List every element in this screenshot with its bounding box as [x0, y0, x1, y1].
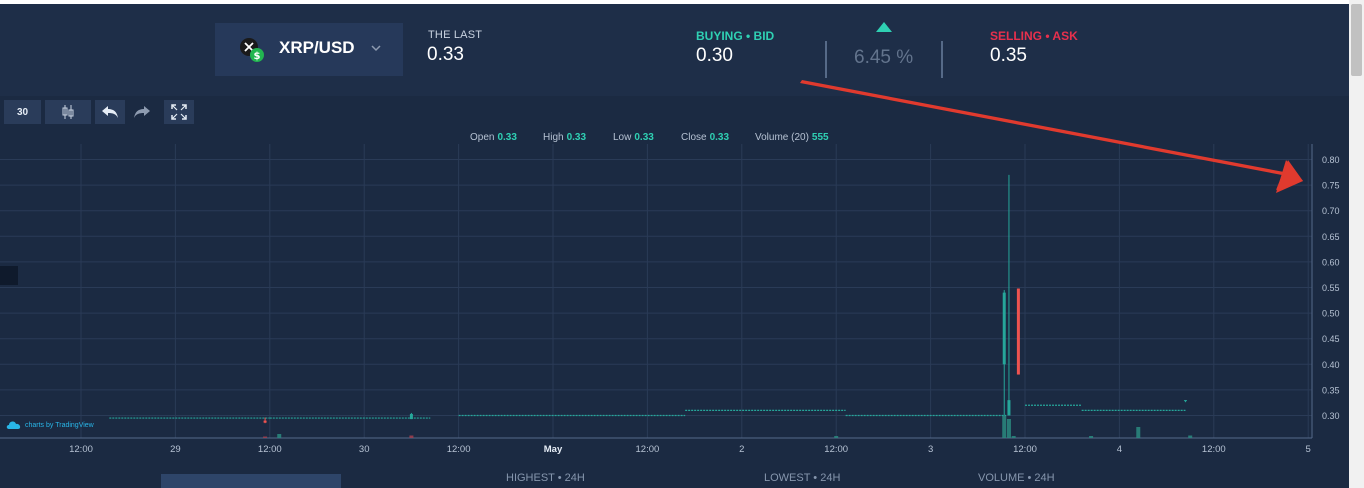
last-price-title: THE LAST	[428, 29, 483, 41]
ohlc-open-value: 0.33	[497, 132, 517, 143]
x-tick-label: May	[544, 444, 563, 455]
candle-body	[1016, 288, 1020, 375]
volume-bar	[1089, 436, 1094, 438]
ohlc-high: High 0.33	[543, 132, 586, 143]
y-tick-label: 0.35	[1322, 385, 1340, 395]
bid-title: BUYING • BID	[696, 29, 775, 43]
redo-icon	[134, 106, 150, 118]
y-tick-label: 0.45	[1322, 334, 1340, 344]
chevron-down-icon	[371, 45, 381, 52]
chart-type-button[interactable]	[45, 100, 91, 124]
undo-button[interactable]	[95, 100, 125, 124]
volume-bar	[1188, 435, 1193, 438]
candle-body	[409, 413, 413, 420]
ohlc-volume-value: 555	[811, 132, 829, 143]
ohlc-close-value: 0.33	[709, 132, 730, 143]
ohlc-high-label: High	[543, 132, 564, 143]
tradingview-label: charts by TradingView	[25, 421, 94, 429]
tradingview-cloud-icon	[6, 421, 21, 429]
volume-bar	[1011, 436, 1016, 438]
ohlc-volume: Volume (20) 555	[755, 132, 829, 143]
volume-bar	[409, 435, 414, 438]
ohlc-low-label: Low	[613, 132, 632, 143]
volume-bar	[263, 436, 268, 438]
interval-label: 30	[16, 106, 29, 118]
interval-button[interactable]: 30	[4, 100, 41, 124]
divider	[941, 41, 943, 78]
ask-value: 0.35	[990, 45, 1027, 66]
y-tick-label: 0.30	[1322, 411, 1340, 421]
undo-icon	[102, 106, 118, 118]
price-chart[interactable]: 0.80 0.75 0.70 0.65 0.60 0.55 0.50 0.45 0.40 0.35…	[0, 144, 1349, 462]
volume-bar	[1136, 427, 1141, 438]
ohlc-open: Open 0.33	[470, 132, 517, 143]
x-tick-label: 12:00	[69, 444, 93, 455]
caret-up-icon	[876, 22, 892, 32]
x-tick-label: 30	[359, 444, 370, 455]
scrollbar-thumb[interactable]	[1351, 4, 1362, 76]
ticker-header: $ XRP/USD THE LAST 0.33 BUYING • BID 0.3…	[0, 4, 1349, 96]
y-tick-label: 0.80	[1322, 155, 1340, 165]
pair-selector[interactable]: $ XRP/USD	[215, 23, 403, 76]
ohlc-close: Close 0.33	[681, 132, 729, 143]
y-tick-label: 0.65	[1322, 232, 1340, 242]
volume-bar	[834, 436, 839, 438]
ask-title: SELLING • ASK	[990, 29, 1078, 43]
volume-bar	[277, 434, 282, 438]
ohlc-volume-label: Volume (20)	[755, 132, 809, 143]
x-tick-label: 12:00	[636, 444, 660, 455]
y-tick-label: 0.75	[1322, 181, 1340, 191]
svg-text:$: $	[254, 51, 261, 62]
y-tick-label: 0.40	[1322, 360, 1340, 370]
x-tick-label: 12:00	[447, 444, 471, 455]
ohlc-open-label: Open	[470, 132, 495, 143]
volume-bar	[1002, 416, 1007, 438]
divider	[825, 41, 827, 78]
candles-icon	[62, 105, 74, 119]
y-tick-label: 0.55	[1322, 283, 1340, 293]
y-tick-label: 0.60	[1322, 257, 1340, 267]
x-tick-label: 4	[1117, 444, 1122, 455]
ohlc-low: Low 0.33	[613, 132, 654, 143]
x-tick-label: 3	[928, 444, 933, 455]
redo-button[interactable]	[128, 100, 156, 124]
highest-24h-label: HIGHEST • 24H	[506, 472, 585, 484]
ohlc-high-value: 0.33	[566, 132, 587, 143]
candle-body	[263, 420, 267, 423]
x-tick-label: 5	[1306, 444, 1311, 455]
lowest-24h-label: LOWEST • 24H	[764, 472, 841, 484]
y-tick-label: 0.70	[1322, 206, 1340, 216]
fullscreen-button[interactable]	[164, 100, 194, 124]
pair-label: XRP/USD	[279, 38, 355, 57]
y-tick-label: 0.50	[1322, 309, 1340, 319]
x-tick-label: 12:00	[1202, 444, 1226, 455]
x-tick-label: 29	[170, 444, 181, 455]
stats-tab-active[interactable]	[161, 474, 341, 488]
ohlc-close-label: Close	[681, 132, 707, 143]
tradingview-badge[interactable]: charts by TradingView	[6, 420, 94, 430]
last-price-value: 0.33	[427, 44, 464, 65]
x-tick-label: 12:00	[824, 444, 848, 455]
fullscreen-icon	[171, 104, 187, 120]
candle-body	[1007, 400, 1011, 416]
volume-bar	[1006, 419, 1011, 438]
bid-value: 0.30	[696, 45, 733, 66]
spread-percent: 6.45 %	[854, 47, 914, 68]
x-tick-label: 12:00	[258, 444, 282, 455]
x-tick-label: 2	[739, 444, 744, 455]
candle-body	[1002, 292, 1006, 365]
ohlc-low-value: 0.33	[634, 132, 654, 143]
volume-24h-label: VOLUME • 24H	[978, 472, 1055, 484]
xrp-coin-icon: $	[240, 38, 264, 62]
candle-body	[1183, 400, 1187, 402]
x-tick-label: 12:00	[1013, 444, 1037, 455]
